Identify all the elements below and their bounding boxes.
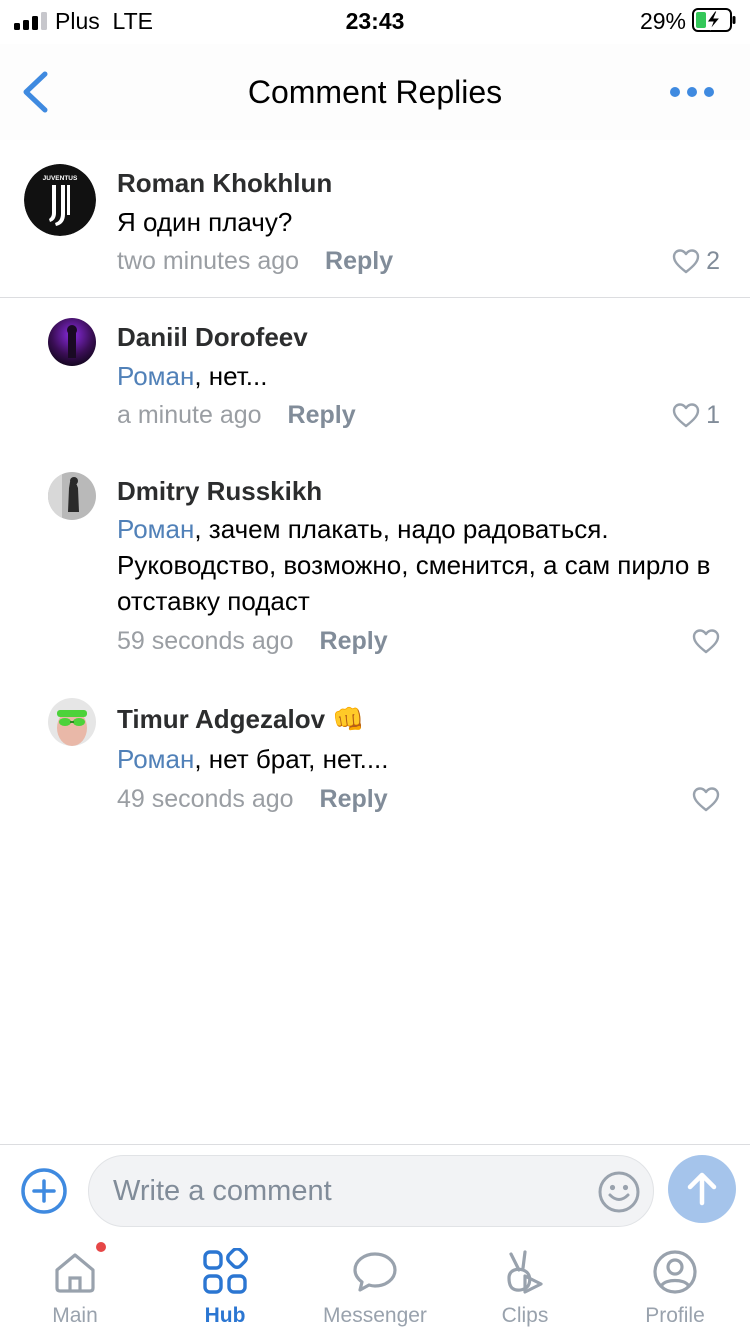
comment-meta: two minutes ago Reply	[117, 247, 393, 276]
like-button[interactable]: 2	[672, 246, 720, 276]
message-bubble-icon	[353, 1252, 397, 1292]
comment-text: Роман, нет...	[117, 358, 717, 394]
reply-button[interactable]: Reply	[288, 401, 356, 429]
comment-time: two minutes ago	[117, 247, 300, 275]
tab-messenger[interactable]: Messenger	[300, 1248, 450, 1328]
comment-text: Роман, нет брат, нет....	[117, 741, 717, 777]
comment-author[interactable]: Roman Khokhlun	[117, 168, 332, 199]
status-bar: Plus LTE 23:43 29%	[0, 0, 750, 44]
comment-item: Dmitry Russkikh Роман, зачем плакать, на…	[0, 452, 750, 680]
comment-body: , нет...	[194, 361, 268, 391]
comment-time: a minute ago	[117, 401, 262, 429]
page-title: Comment Replies	[247, 74, 503, 110]
arrow-up-icon	[687, 1172, 717, 1206]
reply-button[interactable]: Reply	[320, 627, 388, 655]
navigation-bar: Comment Replies	[0, 44, 750, 140]
tab-label: Clips	[501, 1304, 549, 1327]
comment-time: 59 seconds ago	[117, 627, 294, 655]
user-circle-icon	[653, 1250, 697, 1294]
clock: 23:43	[345, 8, 405, 34]
comment-text: Я один плачу?	[117, 207, 293, 237]
tab-label: Profile	[645, 1304, 705, 1327]
like-button[interactable]: 1	[672, 400, 720, 430]
tab-hub[interactable]: Hub	[150, 1248, 300, 1328]
green-glasses-avatar[interactable]	[48, 698, 96, 746]
comment-body: , зачем плакать, надо радоваться. Руково…	[117, 514, 711, 616]
tab-bar: Main Hub Messenger Clips Profile	[0, 1234, 750, 1334]
juventus-logo-avatar[interactable]: JUVENTUS	[24, 164, 96, 236]
svg-text:JUVENTUS: JUVENTUS	[43, 175, 78, 182]
comment-item: Timur Adgezalov 👊 Роман, нет брат, нет..…	[0, 680, 750, 840]
comment-author[interactable]: Daniil Dorofeev	[117, 322, 308, 353]
reply-button[interactable]: Reply	[325, 247, 393, 275]
comment-meta: 59 seconds ago Reply	[117, 627, 388, 656]
tab-label: Messenger	[323, 1304, 427, 1327]
tab-label: Hub	[204, 1304, 246, 1327]
more-button[interactable]	[670, 82, 720, 102]
comment-meta: a minute ago Reply	[117, 401, 356, 430]
comment-item: JUVENTUS Roman Khokhlun Я один плачу? tw…	[0, 140, 750, 297]
tab-clips[interactable]: Clips	[450, 1248, 600, 1328]
smile-icon[interactable]	[597, 1170, 641, 1214]
mention-link[interactable]: Роман	[117, 361, 194, 391]
comment-item: Daniil Dorofeev Роман, нет... a minute a…	[0, 298, 750, 452]
mention-link[interactable]: Роман	[117, 514, 194, 544]
heart-icon	[672, 403, 700, 428]
fist-emoji: 👊	[332, 704, 365, 734]
comment-meta: 49 seconds ago Reply	[117, 785, 388, 814]
comment-input-wrapper	[88, 1155, 654, 1227]
heart-icon	[692, 629, 720, 654]
like-button[interactable]	[692, 784, 720, 814]
clips-icon	[507, 1250, 543, 1294]
heart-icon	[672, 249, 700, 274]
gray-photo-avatar[interactable]	[48, 472, 96, 520]
mention-link[interactable]: Роман	[117, 744, 194, 774]
send-button[interactable]	[668, 1155, 736, 1223]
like-count: 2	[706, 246, 720, 275]
more-horizontal-icon	[670, 87, 680, 97]
comment-author[interactable]: Dmitry Russkikh	[117, 476, 322, 507]
tab-profile[interactable]: Profile	[600, 1248, 750, 1328]
tab-main[interactable]: Main	[0, 1242, 150, 1328]
reply-button[interactable]: Reply	[320, 785, 388, 813]
purple-photo-avatar[interactable]	[48, 318, 96, 366]
home-icon	[55, 1253, 95, 1293]
heart-icon	[692, 787, 720, 812]
services-grid-icon	[203, 1248, 248, 1294]
comment-text: Роман, зачем плакать, надо радоваться. Р…	[117, 511, 717, 619]
comment-author[interactable]: Timur Adgezalov 👊	[117, 704, 365, 735]
notification-badge	[96, 1242, 106, 1252]
like-button[interactable]	[692, 626, 720, 656]
comment-input[interactable]	[113, 1156, 593, 1226]
comment-time: 49 seconds ago	[117, 785, 294, 813]
tab-label: Main	[52, 1304, 98, 1327]
battery-percent: 29%	[639, 8, 686, 34]
battery-charging-icon	[692, 8, 736, 32]
like-count: 1	[706, 400, 720, 429]
comment-composer	[0, 1144, 750, 1234]
plus-circle-icon[interactable]	[20, 1167, 68, 1215]
comment-body: , нет брат, нет....	[194, 744, 389, 774]
